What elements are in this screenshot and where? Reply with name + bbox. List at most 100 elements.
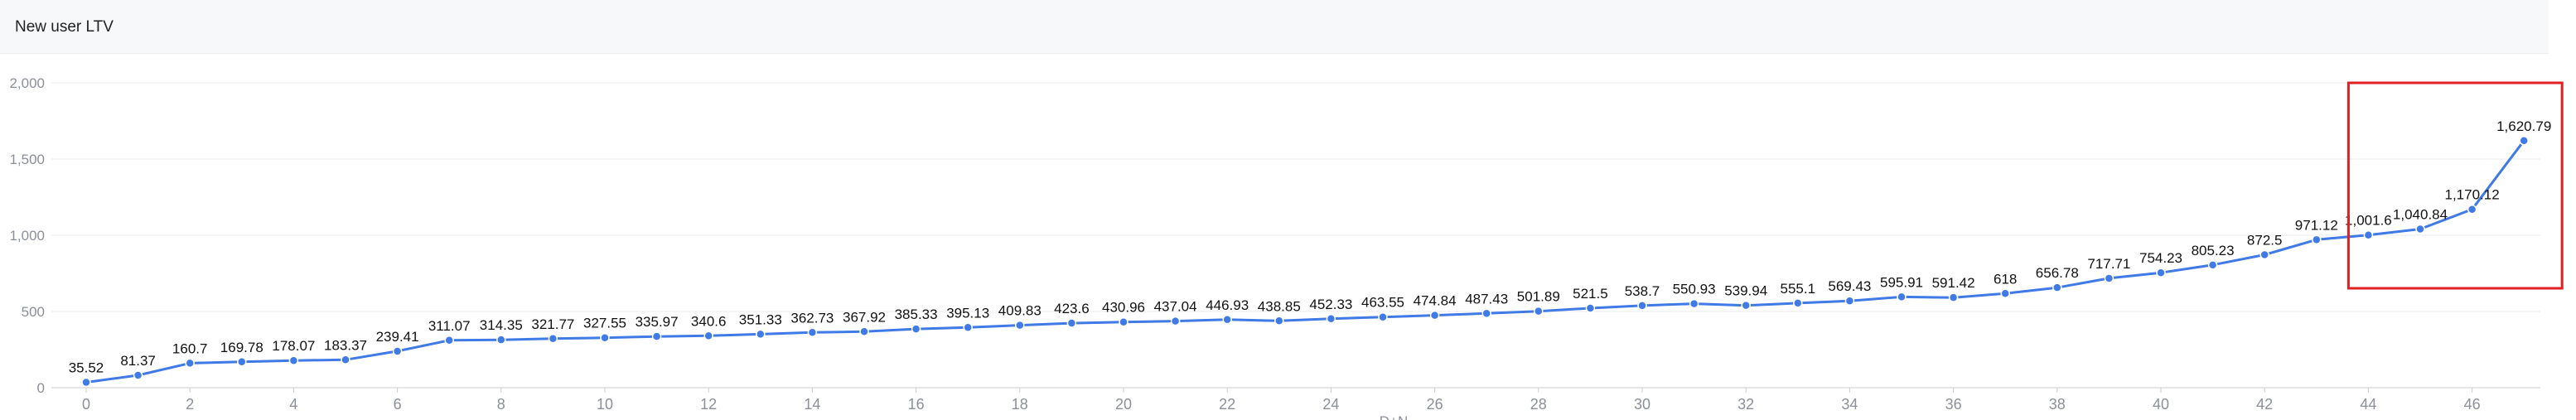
data-label: 618 [1994, 271, 2017, 287]
data-label: 754.23 [2139, 250, 2182, 266]
data-label: 437.04 [1154, 299, 1197, 315]
y-tick-label: 1,000 [9, 228, 45, 244]
data-point [392, 346, 403, 356]
data-label: 367.92 [843, 309, 886, 325]
data-label: 335.97 [636, 314, 679, 330]
data-point [2052, 282, 2062, 292]
data-label: 438.85 [1258, 298, 1301, 314]
data-point [2312, 234, 2322, 245]
data-point [1689, 298, 1699, 309]
x-tick-label: 26 [1427, 396, 1443, 413]
data-label: 314.35 [480, 317, 523, 333]
highlight-box [2346, 81, 2564, 290]
data-label: 446.93 [1206, 297, 1249, 313]
data-label: 1,620.79 [2496, 118, 2551, 134]
data-label: 35.52 [69, 360, 104, 375]
x-axis-title: D+N [1380, 413, 1408, 420]
data-point [288, 355, 299, 365]
data-label: 362.73 [790, 310, 834, 326]
data-point [1170, 316, 1181, 326]
data-label: 1,001.6 [2345, 213, 2392, 229]
x-tick-label: 34 [1841, 396, 1858, 413]
data-point [1326, 314, 1336, 324]
data-label: 805.23 [2192, 243, 2235, 258]
data-point [133, 370, 143, 380]
data-point [1429, 310, 1440, 321]
x-tick-label: 2 [186, 396, 194, 413]
data-label: 463.55 [1361, 295, 1404, 311]
x-tick-label: 28 [1530, 396, 1547, 413]
data-point [1222, 315, 1232, 325]
data-point [1948, 292, 1959, 302]
x-tick-label: 32 [1737, 396, 1754, 413]
data-label: 550.93 [1673, 282, 1716, 297]
data-label: 311.07 [428, 318, 471, 334]
x-tick-label: 12 [700, 396, 717, 413]
data-label: 430.96 [1102, 300, 1145, 316]
data-label: 423.6 [1054, 301, 1090, 316]
y-tick-label: 0 [37, 380, 45, 396]
data-point [703, 331, 713, 341]
data-point [1119, 316, 1129, 327]
data-point [651, 331, 662, 341]
x-tick-label: 16 [908, 396, 925, 413]
data-point [2207, 260, 2218, 270]
x-tick-label: 44 [2360, 396, 2376, 413]
data-label: 569.43 [1828, 278, 1871, 294]
x-tick-label: 22 [1219, 396, 1235, 413]
x-tick-label: 42 [2256, 396, 2273, 413]
data-label: 539.94 [1724, 283, 1767, 299]
data-point [2415, 224, 2425, 234]
x-tick-label: 36 [1945, 396, 1962, 413]
data-point [1534, 306, 1544, 316]
data-point [237, 357, 247, 367]
data-label: 409.83 [998, 303, 1042, 319]
x-tick-label: 18 [1012, 396, 1028, 413]
data-label: 474.84 [1414, 293, 1457, 309]
data-point [81, 377, 91, 388]
data-label: 452.33 [1309, 297, 1352, 312]
data-label: 538.7 [1625, 283, 1660, 299]
data-point [2104, 273, 2114, 283]
data-point [1897, 292, 1907, 302]
data-label: 1,040.84 [2393, 206, 2448, 222]
data-label: 595.91 [1880, 274, 1923, 290]
data-label: 395.13 [946, 305, 989, 321]
data-label: 521.5 [1573, 286, 1608, 302]
data-point [1585, 303, 1596, 313]
data-point [185, 358, 195, 369]
x-tick-label: 20 [1115, 396, 1132, 413]
data-label: 487.43 [1465, 291, 1508, 307]
data-label: 656.78 [2036, 265, 2079, 281]
data-point [963, 322, 973, 333]
x-tick-label: 8 [497, 396, 505, 413]
data-point [911, 324, 921, 334]
data-label: 327.55 [583, 316, 626, 331]
data-point [1015, 320, 1025, 331]
x-tick-label: 24 [1322, 396, 1339, 413]
data-point [341, 355, 350, 365]
x-tick-label: 38 [2049, 396, 2066, 413]
x-tick-label: 40 [2153, 396, 2169, 413]
y-tick-label: 500 [22, 304, 45, 320]
data-point [1378, 311, 1388, 322]
data-label: 385.33 [895, 307, 938, 322]
y-tick-label: 1,500 [9, 152, 45, 167]
x-tick-label: 10 [597, 396, 613, 413]
data-label: 321.77 [531, 316, 574, 332]
data-point [496, 335, 506, 345]
data-label: 169.78 [220, 340, 263, 355]
data-point [444, 336, 454, 345]
data-point [600, 332, 610, 343]
data-label: 591.42 [1932, 275, 1975, 291]
data-label: 160.7 [172, 340, 208, 356]
data-label: 555.1 [1781, 281, 1816, 297]
data-label: 872.5 [2247, 232, 2283, 248]
data-point [2000, 288, 2010, 299]
x-tick-label: 46 [2464, 396, 2481, 413]
x-tick-label: 14 [804, 396, 820, 413]
ltv-line-chart: 05001,0001,5002,0000 2 4 6 8 10 12 14 16 18 20 22 24… [9, 75, 2564, 420]
data-label: 81.37 [120, 353, 156, 369]
data-label: 971.12 [2295, 217, 2338, 233]
data-label: 183.37 [324, 337, 367, 353]
